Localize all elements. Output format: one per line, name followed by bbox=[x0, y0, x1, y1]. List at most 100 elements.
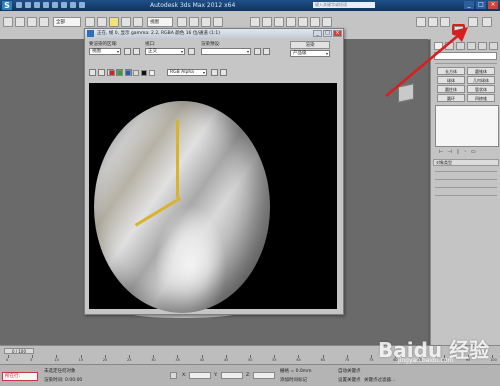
rollout-header[interactable]: 对象类型 bbox=[433, 159, 499, 166]
add-time-tag[interactable]: 添加时间标记 bbox=[280, 377, 307, 383]
divider bbox=[435, 187, 497, 188]
selection-status: 未选定任何对象 bbox=[44, 369, 76, 374]
layer-manager-icon[interactable] bbox=[274, 17, 284, 27]
hold-icon[interactable] bbox=[61, 2, 67, 8]
status-bar: 所在行: 未选定任何对象 渲染时间: 0:00:00 X: Y: Z: 栅格 =… bbox=[0, 364, 500, 386]
help-search-input[interactable]: 键入关键字或短语 bbox=[313, 2, 375, 8]
dialog-minimize-button[interactable]: _ bbox=[313, 30, 322, 37]
marble-sphere bbox=[94, 101, 270, 313]
alpha-channel-icon[interactable] bbox=[133, 70, 139, 76]
redo-toolbar-icon[interactable] bbox=[15, 17, 25, 27]
dialog-title: 正在, 帧 0, 显示 gamma: 2.2, RGBA 颜色 16 位/通道 … bbox=[85, 29, 343, 38]
edit-region-icon[interactable] bbox=[124, 48, 131, 55]
window-controls: _ □ × bbox=[464, 1, 498, 9]
redo-icon[interactable] bbox=[52, 2, 58, 8]
project-folder-icon[interactable] bbox=[79, 2, 85, 8]
maxscript-listener-button[interactable]: 所在行: bbox=[2, 372, 38, 381]
save-image-icon[interactable] bbox=[89, 69, 96, 76]
select-object-icon[interactable] bbox=[85, 17, 95, 27]
select-and-scale-icon[interactable] bbox=[133, 17, 143, 27]
app-logo-icon[interactable]: S bbox=[2, 1, 12, 10]
background-color-icon[interactable] bbox=[149, 70, 155, 76]
clock-hour-hand bbox=[176, 120, 179, 198]
render-time: 渲染时间: 0:00:00 bbox=[44, 378, 83, 383]
fetch-icon[interactable] bbox=[70, 2, 76, 8]
new-file-icon[interactable] bbox=[16, 2, 22, 8]
area-dropdown[interactable]: 视图 bbox=[89, 48, 121, 55]
auto-key-label[interactable]: 自动关键点 bbox=[338, 368, 361, 374]
environment-icon[interactable] bbox=[263, 48, 270, 55]
angle-snap-icon[interactable] bbox=[201, 17, 211, 27]
grid-status: 栅格 = 0.0mm bbox=[280, 369, 312, 374]
undo-toolbar-icon[interactable] bbox=[3, 17, 13, 27]
select-and-rotate-icon[interactable] bbox=[121, 17, 131, 27]
minimize-button[interactable]: _ bbox=[464, 1, 474, 9]
x-label: X: bbox=[182, 373, 187, 378]
schematic-view-icon[interactable] bbox=[310, 17, 320, 27]
selection-filter-dropdown[interactable]: 全部 bbox=[53, 17, 81, 27]
green-channel-icon[interactable] bbox=[117, 70, 123, 76]
x-coordinate-field[interactable] bbox=[189, 372, 211, 379]
set-key-label[interactable]: 设置关键点 bbox=[338, 377, 361, 383]
toggle-ui-icon[interactable] bbox=[220, 69, 227, 76]
graphite-tools-icon[interactable] bbox=[286, 17, 296, 27]
mono-icon[interactable] bbox=[141, 70, 147, 76]
timeline-tick-label: 0 bbox=[6, 358, 9, 362]
timeline-tick-label: 30 bbox=[151, 358, 156, 362]
channel-display-dropdown[interactable]: RGB Alpha bbox=[167, 69, 207, 76]
key-filters-button[interactable]: 关键点过滤器... bbox=[364, 377, 395, 383]
window-title: Autodesk 3ds Max 2012 x64 bbox=[150, 2, 236, 9]
pivot-center-icon[interactable] bbox=[177, 17, 187, 27]
z-label: Z: bbox=[246, 373, 251, 378]
curve-editor-icon[interactable] bbox=[298, 17, 308, 27]
select-and-move-icon[interactable] bbox=[109, 17, 119, 27]
title-bar: S Autodesk 3ds Max 2012 x64 键入关键字或短语 _ □… bbox=[0, 0, 500, 11]
timeline-tick-label: 15 bbox=[78, 358, 84, 362]
blue-channel-icon[interactable] bbox=[125, 70, 131, 76]
y-coordinate-field[interactable] bbox=[221, 372, 243, 379]
dialog-app-icon bbox=[87, 30, 94, 37]
z-coordinate-field[interactable] bbox=[253, 372, 275, 379]
mirror-icon[interactable] bbox=[250, 17, 260, 27]
close-button[interactable]: × bbox=[488, 1, 498, 9]
save-file-icon[interactable] bbox=[34, 2, 40, 8]
dialog-close-button[interactable]: × bbox=[333, 30, 342, 37]
open-file-icon[interactable] bbox=[25, 2, 31, 8]
render-activeshade-icon[interactable] bbox=[482, 17, 492, 27]
dialog-maximize-button[interactable]: □ bbox=[323, 30, 332, 37]
reference-coordinate-dropdown[interactable]: 视图 bbox=[147, 17, 173, 27]
percent-snap-icon[interactable] bbox=[213, 17, 223, 27]
timeline-tick-label: 50 bbox=[248, 358, 253, 362]
production-dropdown[interactable]: 产品级 bbox=[290, 50, 330, 57]
unlink-icon[interactable] bbox=[39, 17, 49, 27]
time-slider[interactable]: 0 / 100 bbox=[4, 348, 34, 354]
timeline-tick-label: 65 bbox=[320, 358, 326, 362]
timeline-tick-label: 100 bbox=[490, 358, 497, 362]
utilities-tab-icon[interactable] bbox=[489, 42, 498, 50]
link-icon[interactable] bbox=[27, 17, 37, 27]
area-label: 要渲染的区域: bbox=[89, 42, 118, 47]
auto-region-icon[interactable] bbox=[133, 48, 140, 55]
material-editor-icon[interactable] bbox=[322, 17, 332, 27]
modifier-stack-list[interactable] bbox=[435, 105, 499, 147]
maximize-button[interactable]: □ bbox=[476, 1, 486, 9]
preset-dropdown[interactable] bbox=[201, 48, 251, 55]
selection-lock-icon[interactable] bbox=[170, 372, 177, 379]
align-icon[interactable] bbox=[262, 17, 272, 27]
lock-viewport-icon[interactable] bbox=[188, 48, 195, 55]
copy-image-icon[interactable] bbox=[98, 69, 105, 76]
snaps-toggle-icon[interactable] bbox=[189, 17, 199, 27]
timeline-tick-label: 60 bbox=[296, 358, 301, 362]
red-channel-icon[interactable] bbox=[109, 70, 115, 76]
timeline-tick-label: 40 bbox=[199, 358, 205, 362]
y-label: Y: bbox=[214, 373, 218, 378]
timeline-tick-label: 55 bbox=[272, 358, 277, 362]
render-setup-small-icon[interactable] bbox=[254, 48, 261, 55]
undo-icon[interactable] bbox=[43, 2, 49, 8]
annotation-arrow-icon bbox=[385, 27, 468, 97]
stack-controls[interactable]: ⊢⊣❘◦▭ bbox=[439, 149, 480, 155]
select-by-name-icon[interactable] bbox=[97, 17, 107, 27]
toggle-ui-overlay-icon[interactable] bbox=[211, 69, 218, 76]
render-button[interactable]: 渲染 bbox=[290, 41, 330, 49]
viewport-dropdown[interactable]: 正交 bbox=[145, 48, 185, 55]
